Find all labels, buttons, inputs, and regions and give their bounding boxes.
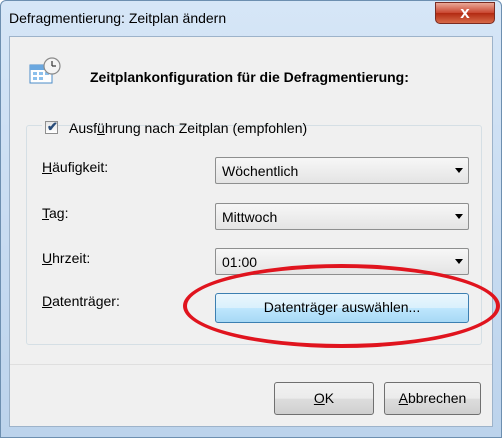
- time-label: Uhrzeit:: [42, 250, 91, 266]
- day-label: Tag:: [42, 205, 69, 221]
- frequency-label: Häufigkeit:: [42, 159, 109, 175]
- dialog-client-area: Zeitplankonfiguration für die Defragment…: [9, 36, 493, 427]
- run-on-schedule-label: Ausführung nach Zeitplan (empfohlen): [69, 120, 308, 136]
- calendar-clock-icon: [29, 57, 61, 84]
- chevron-down-icon: [455, 168, 463, 173]
- frequency-select[interactable]: Wöchentlich: [215, 157, 469, 184]
- select-drives-button[interactable]: Datenträger auswählen...: [215, 293, 469, 323]
- window-title: Defragmentierung: Zeitplan ändern: [9, 10, 227, 26]
- time-value: 01:00: [222, 254, 258, 270]
- close-button[interactable]: x: [435, 2, 495, 24]
- dialog-window: Defragmentierung: Zeitplan ändern x Zeit…: [0, 0, 502, 438]
- ok-button[interactable]: OK: [274, 382, 374, 415]
- header-title: Zeitplankonfiguration für die Defragment…: [90, 69, 409, 85]
- chevron-down-icon: [455, 259, 463, 264]
- day-value: Mittwoch: [222, 209, 278, 225]
- cancel-button[interactable]: Abbrechen: [384, 382, 481, 415]
- chevron-down-icon: [455, 214, 463, 219]
- day-select[interactable]: Mittwoch: [215, 203, 469, 230]
- footer-divider: [10, 364, 492, 365]
- run-on-schedule-checkbox[interactable]: ✔: [45, 119, 58, 134]
- drives-label: Datenträger:: [42, 293, 120, 309]
- time-select[interactable]: 01:00: [215, 248, 469, 275]
- title-bar: Defragmentierung: Zeitplan ändern x: [1, 1, 501, 35]
- close-icon: x: [460, 3, 470, 22]
- run-on-schedule-option[interactable]: ✔ Ausführung nach Zeitplan (empfohlen): [42, 119, 307, 139]
- checkmark-icon: ✔: [47, 119, 58, 134]
- frequency-value: Wöchentlich: [222, 163, 299, 179]
